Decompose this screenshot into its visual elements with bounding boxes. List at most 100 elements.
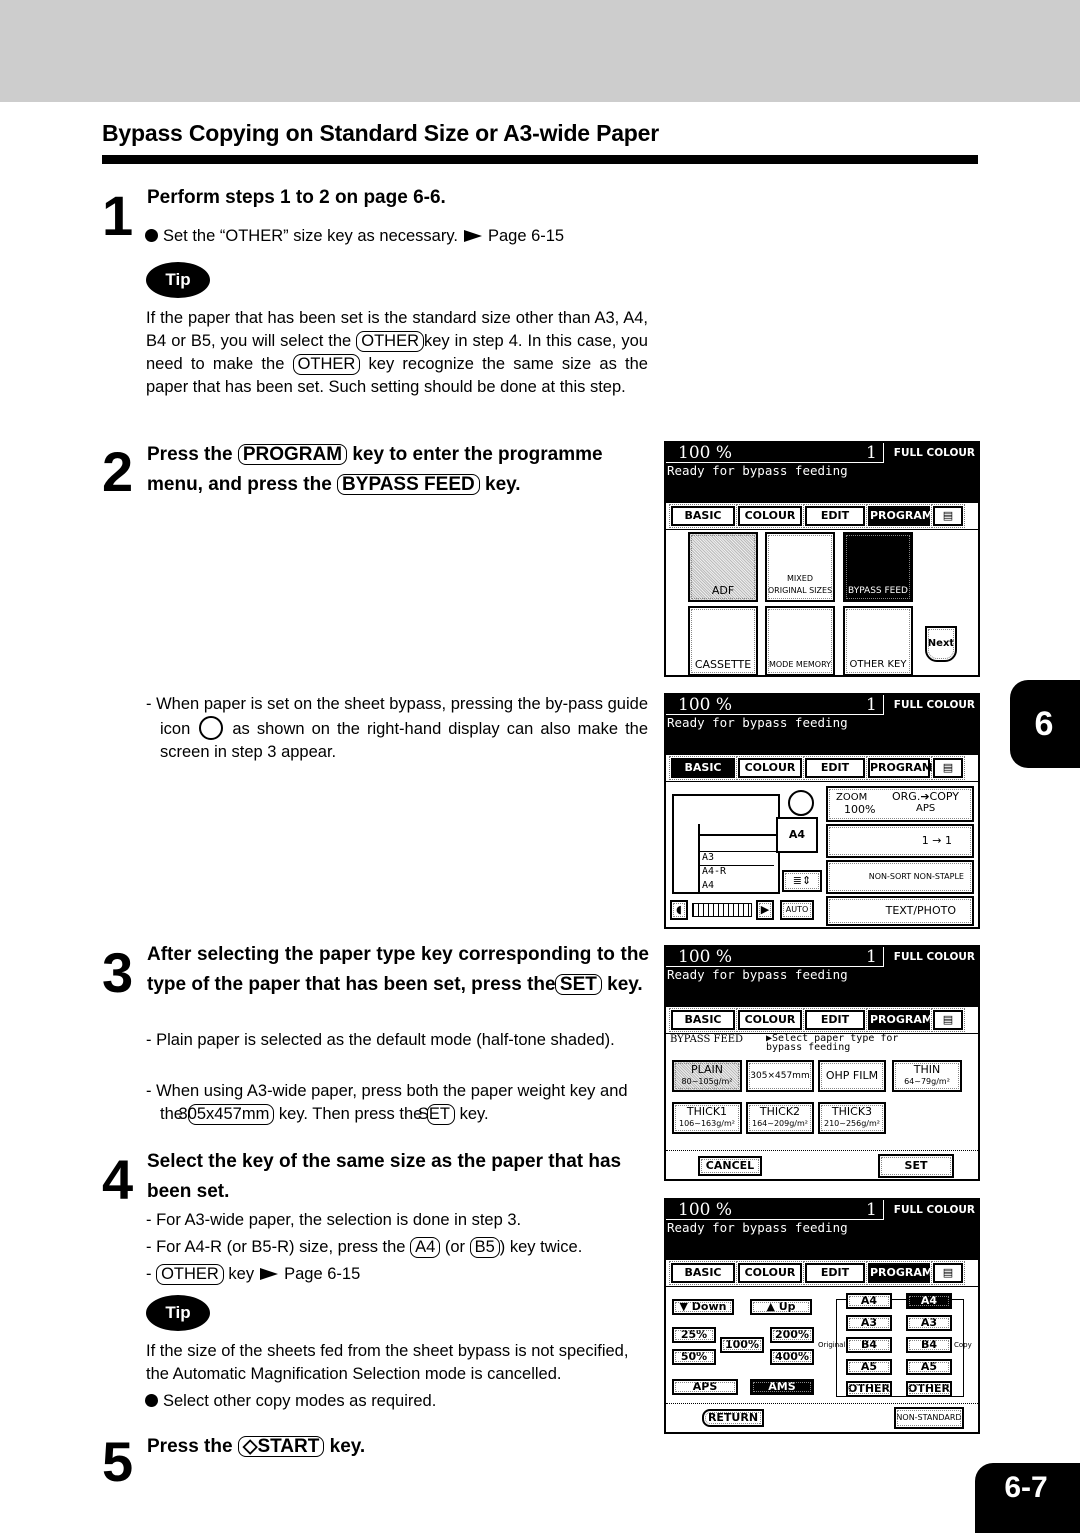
- bypass-feed-button[interactable]: BYPASS FEED: [843, 532, 913, 602]
- finisher-button[interactable]: NON-SORT NON-STAPLE: [826, 860, 974, 894]
- ratio-100-button[interactable]: 100%: [720, 1337, 764, 1353]
- step-2-number: 2: [102, 440, 134, 503]
- next-button[interactable]: Next: [925, 626, 957, 662]
- tab-template[interactable]: ▤: [931, 1261, 965, 1285]
- copy-size-a5[interactable]: A5: [906, 1359, 952, 1375]
- step-5-number: 5: [102, 1430, 134, 1493]
- chapter-tab: 6: [1010, 680, 1080, 768]
- step-1-number: 1: [102, 184, 134, 247]
- tray-select-button[interactable]: ≣⇕: [782, 870, 822, 892]
- colour-mode: FULL COLOUR: [893, 951, 975, 963]
- tab-template[interactable]: ▤: [931, 504, 965, 528]
- page-number: 6-7: [975, 1463, 1080, 1533]
- zoom-down-button[interactable]: ▼ Down: [672, 1299, 734, 1315]
- screen-basic: 100 % 1 FULL COLOUR Ready for bypass fee…: [664, 693, 980, 929]
- paper-thick1-button[interactable]: THICK1 106~163g/m²: [672, 1102, 742, 1134]
- step-4-number: 4: [102, 1148, 134, 1211]
- density-darker-button[interactable]: ▶: [756, 900, 774, 920]
- paper-ohp-film-button[interactable]: OHP FILM: [818, 1060, 886, 1092]
- tab-edit[interactable]: EDIT: [803, 756, 867, 780]
- a4-key-label: A4: [410, 1237, 441, 1258]
- arrow-right-icon: [463, 230, 482, 242]
- copy-size-other[interactable]: OTHER: [906, 1381, 952, 1397]
- paper-thin-button[interactable]: THIN 64~79g/m²: [892, 1060, 962, 1092]
- density-slider[interactable]: [692, 903, 752, 917]
- tray-a4r[interactable]: A4-R: [702, 866, 726, 877]
- tray-a3[interactable]: A3: [702, 852, 714, 863]
- copy-size-a4[interactable]: A4: [906, 1293, 952, 1309]
- ratio-50-button[interactable]: 50%: [672, 1349, 716, 1365]
- aps-button[interactable]: APS: [672, 1379, 738, 1395]
- tab-edit[interactable]: EDIT: [803, 1261, 867, 1285]
- tab-basic[interactable]: BASIC: [669, 756, 737, 780]
- tab-program[interactable]: PROGRAM: [866, 1008, 933, 1032]
- other-key-label: OTHER: [292, 354, 361, 375]
- other-key-label: OTHER: [356, 331, 424, 352]
- status-message: Ready for bypass feeding: [667, 715, 848, 730]
- ratio-200-button[interactable]: 200%: [770, 1327, 814, 1343]
- copy-size-b4[interactable]: B4: [906, 1337, 952, 1353]
- tab-basic[interactable]: BASIC: [669, 1261, 737, 1285]
- b5-key-label: B5: [469, 1237, 500, 1258]
- zoom-readout: 100 %: [678, 947, 733, 967]
- ratio-25-button[interactable]: 25%: [672, 1327, 716, 1343]
- tab-basic[interactable]: BASIC: [669, 504, 737, 528]
- tab-program[interactable]: PROGRAM: [866, 1261, 933, 1285]
- original-size-a5[interactable]: A5: [846, 1359, 892, 1375]
- step-1-heading: Perform steps 1 to 2 on page 6-6.: [147, 187, 446, 208]
- non-standard-button[interactable]: NON-STANDARD: [894, 1407, 964, 1429]
- tab-colour[interactable]: COLOUR: [736, 1261, 804, 1285]
- original-size-a4[interactable]: A4: [846, 1293, 892, 1309]
- prompt-text: ▶Select paper type for bypass feeding: [766, 1033, 899, 1053]
- tab-program[interactable]: PROGRAM: [866, 504, 933, 528]
- density-lighter-button[interactable]: ◖: [670, 900, 688, 920]
- tab-edit[interactable]: EDIT: [803, 1008, 867, 1032]
- tab-colour[interactable]: COLOUR: [736, 504, 804, 528]
- adf-button[interactable]: ADF: [688, 532, 758, 602]
- bypass-guide-icon[interactable]: [788, 790, 814, 816]
- cassette-button[interactable]: CASSETTE: [688, 606, 758, 675]
- status-message: Ready for bypass feeding: [667, 1220, 848, 1235]
- arrow-right-icon: [260, 1268, 279, 1280]
- step-4-note-1: - For A3-wide paper, the selection is do…: [146, 1211, 522, 1229]
- step-3-number: 3: [102, 941, 134, 1004]
- tray-a4[interactable]: A4: [702, 880, 714, 891]
- tab-colour[interactable]: COLOUR: [736, 1008, 804, 1032]
- ams-button[interactable]: AMS: [750, 1379, 814, 1395]
- other-key-button[interactable]: OTHER KEY: [843, 606, 913, 675]
- bullet-icon: [145, 1394, 158, 1407]
- tab-basic[interactable]: BASIC: [669, 1008, 737, 1032]
- set-button[interactable]: SET: [878, 1154, 954, 1178]
- tab-template[interactable]: ▤: [931, 1008, 965, 1032]
- cancel-button[interactable]: CANCEL: [698, 1156, 762, 1176]
- step-1-tip-text: If the paper that has been set is the st…: [146, 309, 648, 396]
- mode-memory-button[interactable]: MODE MEMORY: [765, 606, 835, 675]
- aps-label: APS: [916, 803, 936, 814]
- bypass-feed-label: BYPASS FEED: [670, 1034, 744, 1045]
- paper-305x457-button[interactable]: 305×457mm: [746, 1060, 814, 1092]
- paper-thick2-button[interactable]: THICK2 164~209g/m²: [746, 1102, 814, 1134]
- image-mode-button[interactable]: TEXT/PHOTO: [826, 896, 974, 926]
- duplex-button[interactable]: 1 → 1: [826, 824, 974, 858]
- bypass-feed-key-label: BYPASS FEED: [337, 474, 480, 495]
- return-button[interactable]: RETURN: [702, 1409, 764, 1427]
- original-size-other[interactable]: OTHER: [846, 1381, 892, 1397]
- auto-density-button[interactable]: AUTO: [780, 900, 814, 920]
- header-band: [0, 0, 1080, 102]
- zoom-up-button[interactable]: ▲ Up: [750, 1299, 812, 1315]
- tab-template[interactable]: ▤: [931, 756, 965, 780]
- step-4-note-2: - For A4-R (or B5-R) size, press the A4 …: [146, 1237, 583, 1258]
- paper-thick3-button[interactable]: THICK3 210~256g/m²: [818, 1102, 886, 1134]
- tab-colour[interactable]: COLOUR: [736, 756, 804, 780]
- bypass-tray-a4[interactable]: A4: [776, 817, 818, 853]
- paper-plain-button[interactable]: PLAIN 80~105g/m²: [672, 1060, 742, 1092]
- mixed-original-sizes-button[interactable]: MIXED ORIGINAL SIZES: [765, 532, 835, 602]
- copy-size-a3[interactable]: A3: [906, 1315, 952, 1331]
- original-size-a3[interactable]: A3: [846, 1315, 892, 1331]
- step-3-heading: After selecting the paper type key corre…: [147, 944, 649, 995]
- tab-edit[interactable]: EDIT: [803, 504, 867, 528]
- original-size-b4[interactable]: B4: [846, 1337, 892, 1353]
- ratio-400-button[interactable]: 400%: [770, 1349, 814, 1365]
- tip-badge: Tip: [146, 1295, 210, 1331]
- tab-program[interactable]: PROGRAM: [866, 756, 933, 780]
